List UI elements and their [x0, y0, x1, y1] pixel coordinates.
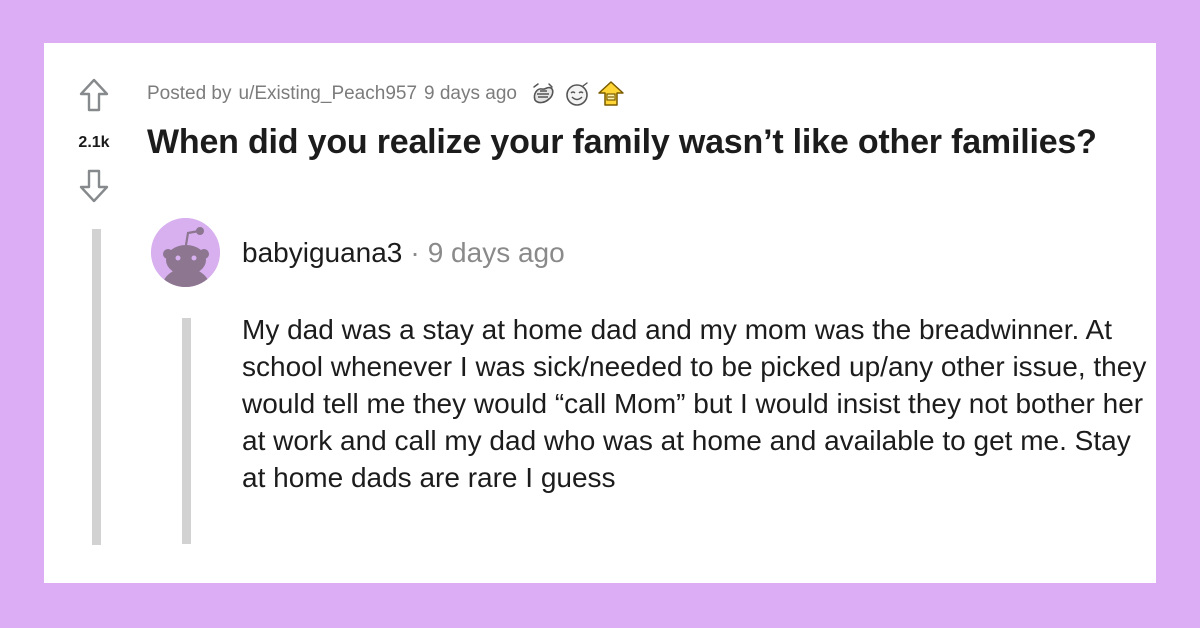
post-time[interactable]: 9 days ago — [424, 83, 517, 105]
meta-separator: · — [410, 237, 420, 268]
award-list — [529, 80, 625, 108]
comment-header: babyiguana3 · 9 days ago — [242, 237, 565, 269]
hugz-award-icon[interactable] — [529, 80, 557, 108]
snoo-avatar-icon — [151, 218, 220, 287]
vote-score: 2.1k — [78, 134, 110, 151]
comment-time[interactable]: 9 days ago — [428, 237, 565, 268]
post-title[interactable]: When did you realize your family wasn’t … — [147, 123, 1097, 162]
comment-author-link[interactable]: babyiguana3 — [242, 237, 402, 268]
upvote-arrow-icon[interactable] — [78, 77, 110, 113]
downvote-arrow-icon[interactable] — [78, 168, 110, 204]
post-card: 2.1k Posted by u/Existing_Peach957 9 day… — [44, 43, 1156, 583]
comment-author-avatar[interactable] — [151, 218, 220, 287]
comment-body: My dad was a stay at home dad and my mom… — [242, 314, 1147, 493]
post-author-link[interactable]: u/Existing_Peach957 — [239, 83, 418, 105]
post-thread-collapse-line[interactable] — [92, 229, 101, 545]
helpful-award-icon[interactable] — [597, 80, 625, 108]
post-meta: Posted by u/Existing_Peach957 9 days ago — [147, 79, 625, 109]
comment-thread-collapse-line[interactable] — [182, 318, 191, 544]
wholesome-award-icon[interactable] — [563, 80, 591, 108]
posted-by-label: Posted by — [147, 83, 232, 104]
